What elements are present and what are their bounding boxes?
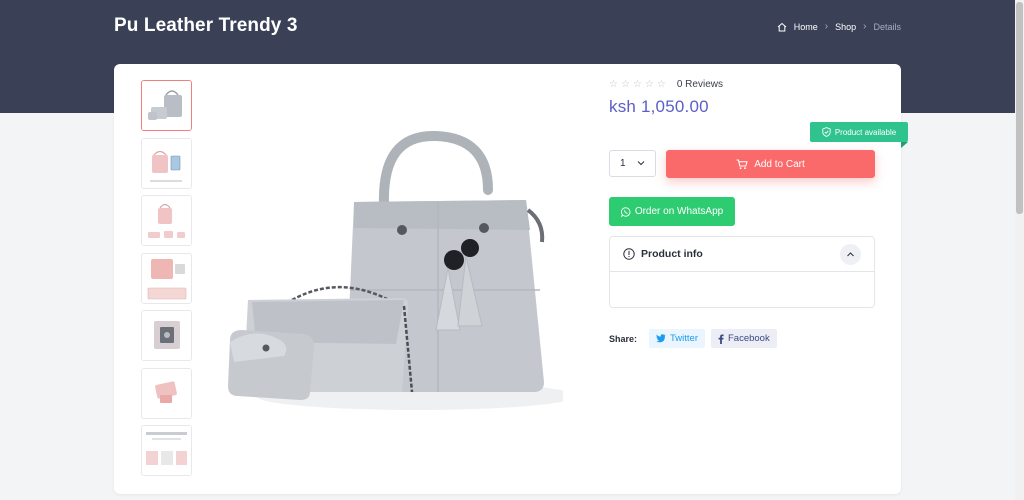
breadcrumb: Home › Shop › Details: [777, 21, 901, 32]
product-info-header[interactable]: Product info: [610, 237, 874, 272]
bag-image: [142, 368, 191, 418]
star-icon: ☆: [609, 79, 618, 90]
chevron-right-icon: ›: [863, 21, 867, 32]
quantity-select[interactable]: 1: [609, 150, 656, 177]
badge-ribbon-tail: [901, 142, 908, 148]
bag-image: [142, 138, 191, 188]
breadcrumb-home[interactable]: Home: [794, 22, 818, 32]
thumbnail-2[interactable]: [141, 137, 192, 189]
info-icon: [623, 248, 635, 260]
add-to-cart-button[interactable]: Add to Cart: [666, 150, 875, 178]
product-main-image: [226, 130, 563, 428]
availability-badge: Product available: [810, 122, 908, 142]
star-icon: ☆: [644, 79, 654, 90]
bag-image: [142, 196, 191, 245]
reviews-count[interactable]: 0 Reviews: [677, 79, 723, 90]
facebook-icon: [718, 334, 724, 344]
breadcrumb-shop[interactable]: Shop: [835, 22, 856, 32]
shield-check-icon: [822, 127, 831, 137]
whatsapp-label: Order on WhatsApp: [634, 206, 724, 217]
star-icon: ☆: [632, 79, 642, 90]
twitter-label: Twitter: [670, 333, 698, 344]
rating: ☆ ☆ ☆ ☆ ☆ 0 Reviews: [609, 79, 723, 90]
page-scrollbar[interactable]: [1015, 0, 1024, 500]
availability-label: Product available: [834, 127, 897, 137]
page-title: Pu Leather Trendy 3: [114, 15, 298, 36]
home-icon: [777, 22, 787, 31]
chevron-right-icon: ›: [824, 21, 829, 32]
thumbnail-5[interactable]: [141, 310, 192, 361]
whatsapp-icon: [620, 206, 631, 217]
bag-image: [142, 253, 191, 303]
thumbnail-3[interactable]: [141, 195, 192, 246]
bag-image: [142, 311, 191, 360]
star-icon: ☆: [620, 79, 630, 90]
breadcrumb-details: Details: [873, 21, 901, 32]
product-info-accordion: Product info: [609, 236, 875, 308]
add-to-cart-label: Add to Cart: [754, 158, 805, 170]
product-info-title: Product info: [641, 248, 703, 260]
thumbnail-list: [141, 80, 193, 483]
twitter-icon: [656, 334, 666, 343]
bag-image: [142, 81, 191, 130]
quantity-value: 1: [620, 158, 626, 169]
thumbnail-7[interactable]: [141, 425, 192, 476]
bag-image: [142, 426, 191, 475]
whatsapp-order-button[interactable]: Order on WhatsApp: [609, 197, 735, 226]
thumbnail-6[interactable]: [141, 367, 192, 419]
chevron-up-icon: [847, 252, 854, 257]
thumbnail-4[interactable]: [141, 252, 192, 304]
share-twitter-button[interactable]: Twitter: [649, 329, 705, 348]
chevron-down-icon: [637, 161, 645, 166]
share-bar: Share: Twitter Facebook: [609, 329, 777, 348]
star-icon: ☆: [656, 79, 666, 90]
product-price: ksh 1,050.00: [609, 97, 709, 116]
collapse-button[interactable]: [840, 244, 861, 265]
scrollbar-thumb[interactable]: [1016, 2, 1023, 214]
thumbnail-1[interactable]: [141, 80, 192, 131]
share-facebook-button[interactable]: Facebook: [711, 329, 777, 348]
share-label: Share:: [609, 333, 638, 344]
facebook-label: Facebook: [728, 333, 770, 344]
cart-icon: [736, 159, 748, 169]
